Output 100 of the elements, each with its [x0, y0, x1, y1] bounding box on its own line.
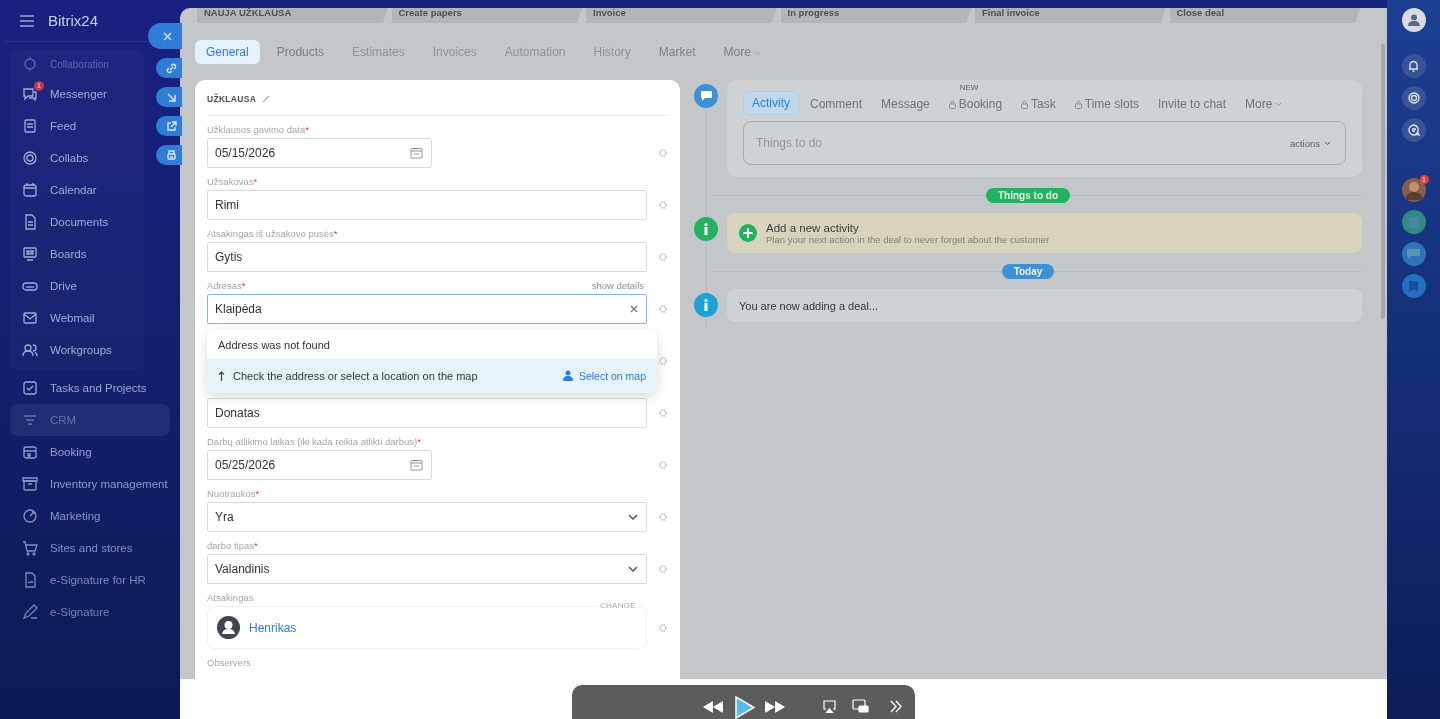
bookmark-icon[interactable]: [1401, 274, 1426, 298]
sidebar-item[interactable]: Booking: [10, 436, 170, 468]
change-link[interactable]: CHANGE: [597, 601, 638, 610]
open-button[interactable]: [156, 116, 182, 136]
pipeline-stage[interactable]: Create papers: [391, 8, 583, 23]
sidebar-item[interactable]: Feed: [10, 110, 144, 142]
activity-input[interactable]: Things to do actions: [743, 121, 1346, 165]
input-field[interactable]: Rimi: [207, 190, 647, 220]
tab[interactable]: Products: [265, 39, 336, 64]
sidebar-item[interactable]: Tasks and Projects: [10, 372, 170, 404]
rewind-icon[interactable]: [703, 701, 723, 713]
lock-icon: [1021, 99, 1029, 109]
sidebar-item[interactable]: CRM: [10, 404, 170, 436]
pipeline-stage[interactable]: NAUJA UŽKLAUSA: [197, 8, 389, 23]
arrow-up-icon: [218, 370, 225, 381]
date-field[interactable]: 05/15/2026: [207, 138, 432, 168]
input-field[interactable]: Donatas: [207, 398, 647, 428]
sidebar-item[interactable]: e-Signature for HR: [10, 564, 170, 596]
arrow-button[interactable]: [156, 87, 182, 107]
sidebar-item[interactable]: Marketing: [10, 500, 170, 532]
pipeline-stage[interactable]: In progress: [780, 8, 972, 23]
calendar-icon: [22, 182, 38, 198]
activity-tab[interactable]: Comment: [802, 93, 871, 115]
sidebar-item-label: Messenger: [50, 88, 107, 100]
sidebar-item-label: Calendar: [50, 184, 97, 196]
sidebar-item-label: Inventory management: [50, 478, 168, 490]
logo[interactable]: Bitrix24: [48, 12, 99, 29]
dropdown-option[interactable]: Check the address or select a location on the map Select on map: [207, 358, 657, 393]
sidebar-item[interactable]: Workgroups: [10, 334, 144, 366]
messenger-icon: [22, 86, 38, 102]
tab[interactable]: Market: [647, 39, 707, 64]
sidebar-item[interactable]: Collabs: [10, 142, 144, 174]
pipeline-stage[interactable]: Close deal: [1169, 8, 1361, 23]
sidebar-item[interactable]: Calendar: [10, 174, 144, 206]
sidebar-item[interactable]: Sites and stores: [10, 532, 170, 564]
add-activity-card[interactable]: Add a new activity Plan your next action in the deal to never forget about the customer: [727, 213, 1362, 253]
bell-icon[interactable]: [1401, 54, 1426, 78]
sidebar-item[interactable]: Boards: [10, 238, 144, 270]
sidebar-item[interactable]: Drive: [10, 270, 144, 302]
people-icon: [22, 342, 38, 358]
activity-tab[interactable]: More: [1237, 93, 1291, 115]
field-label: Darbų atlikimo laikas (iki kada reikia atlikti darbus): [207, 435, 418, 448]
sidebar-item[interactable]: Messenger 1: [10, 78, 144, 110]
chevron-down-icon[interactable]: [628, 514, 638, 520]
sidebar-item[interactable]: Inventory management: [10, 468, 170, 500]
activity-tab[interactable]: Activity: [743, 91, 799, 115]
date-field[interactable]: 05/25/2026: [207, 450, 432, 480]
sidebar-item[interactable]: e-Signature: [10, 596, 170, 628]
tab[interactable]: General: [195, 39, 260, 64]
actions-menu[interactable]: actions: [1289, 137, 1331, 149]
input-field[interactable]: Gytis: [207, 242, 647, 272]
close-button[interactable]: [148, 23, 182, 49]
double-chevron-icon[interactable]: [890, 700, 903, 713]
clear-icon[interactable]: [630, 305, 638, 313]
show-details-link[interactable]: show details: [591, 279, 644, 292]
required-mark: *: [305, 123, 309, 136]
copy-link-button[interactable]: [156, 58, 182, 78]
select-on-map-link[interactable]: Select on map: [562, 369, 646, 382]
activity-tab[interactable]: Task: [1013, 93, 1064, 115]
sidebar-item-label: e-Signature for HR: [50, 574, 146, 586]
sidebar-item[interactable]: Documents: [10, 206, 144, 238]
address-field[interactable]: Klaipėda: [207, 294, 647, 324]
print-button[interactable]: [156, 145, 182, 165]
external-link-icon: [164, 119, 178, 133]
sidebar-item-label: Sites and stores: [50, 542, 133, 554]
print-icon: [164, 148, 178, 162]
picture-in-picture-icon[interactable]: [852, 699, 869, 713]
lock-icon: [1074, 99, 1082, 109]
profile-avatar[interactable]: [1401, 8, 1426, 32]
board-icon: [22, 246, 38, 262]
calendar-icon[interactable]: [410, 459, 423, 471]
timeline-entry: You are now adding a deal...: [727, 289, 1362, 322]
chevron-down-icon: [1275, 101, 1283, 107]
sidebar-item[interactable]: Collaboration: [10, 50, 144, 78]
field-label: Atsakingas iš užsakovo pusės: [207, 227, 334, 240]
link-icon: [164, 61, 178, 75]
airplay-icon[interactable]: [823, 700, 836, 713]
mail-icon: [22, 310, 38, 326]
fast-forward-icon[interactable]: [765, 701, 785, 713]
timeline-label: Things to do: [986, 187, 1070, 203]
calendar-icon[interactable]: [410, 147, 423, 159]
activity-tab[interactable]: Invite to chat: [1150, 93, 1235, 115]
scrollbar[interactable]: [1381, 44, 1385, 319]
new-tag: NEW: [959, 83, 979, 92]
menu-icon[interactable]: [20, 14, 34, 27]
activity-tab[interactable]: Message: [873, 93, 938, 115]
funnel-icon: [22, 412, 38, 428]
tab[interactable]: More: [712, 39, 773, 64]
play-icon[interactable]: [735, 696, 755, 719]
sidebar-item[interactable]: Webmail: [10, 302, 144, 334]
pipeline-stage[interactable]: Final invoice: [975, 8, 1167, 23]
activity-tab[interactable]: Time slots: [1066, 93, 1148, 115]
sidebar-item-label: Collabs: [50, 152, 89, 164]
sidebar-item-label: Tasks and Projects: [50, 382, 147, 394]
field-label: darbo tipas: [207, 539, 254, 552]
select-field[interactable]: Yra: [207, 502, 647, 532]
pipeline-stage[interactable]: Invoice: [586, 8, 778, 23]
chevron-down-icon[interactable]: [628, 566, 638, 572]
user-link[interactable]: Henrikas: [249, 620, 297, 635]
select-field[interactable]: Valandinis: [207, 554, 647, 584]
